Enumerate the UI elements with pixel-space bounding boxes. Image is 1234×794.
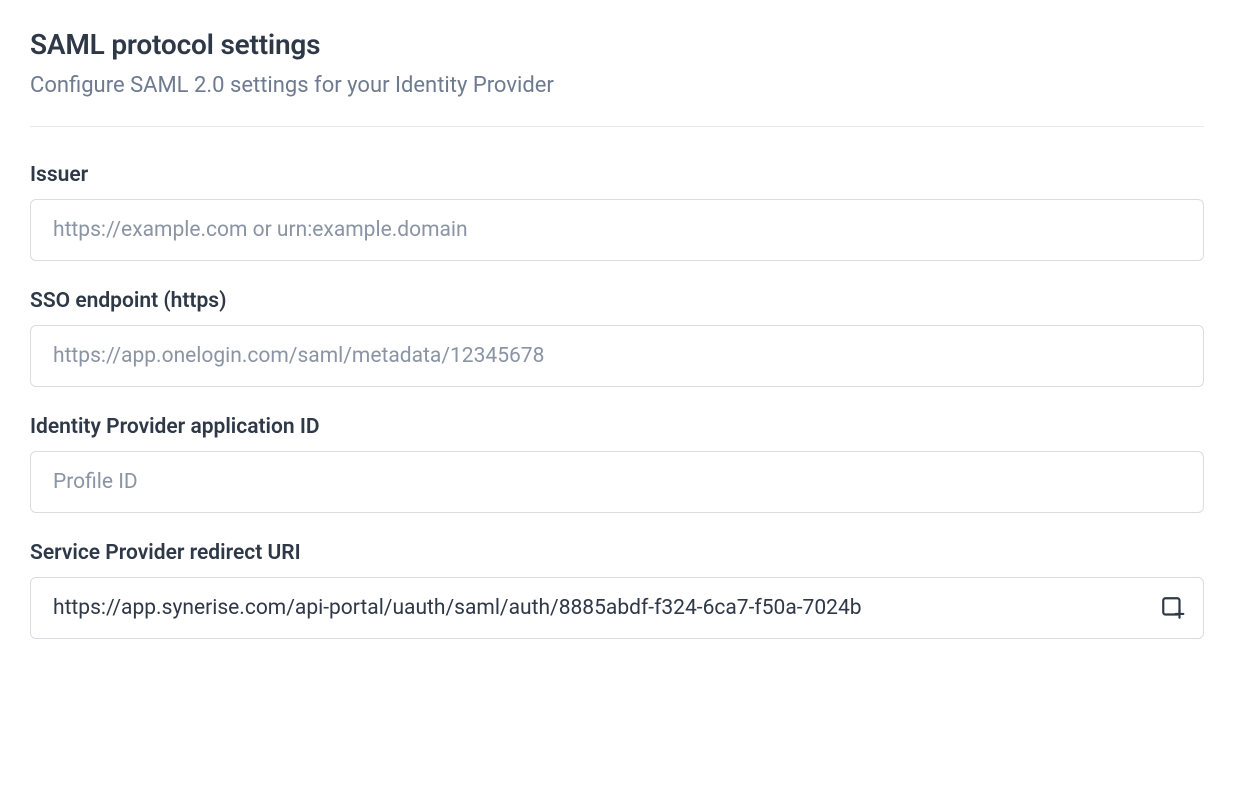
sso-endpoint-label: SSO endpoint (https) [30, 289, 1204, 313]
copy-icon [1160, 595, 1186, 621]
idp-app-id-label: Identity Provider application ID [30, 415, 1204, 439]
copy-button[interactable] [1156, 591, 1190, 625]
section-title: SAML protocol settings [30, 28, 1204, 61]
idp-app-id-input[interactable] [30, 451, 1204, 513]
issuer-input[interactable] [30, 199, 1204, 261]
issuer-field-group: Issuer [30, 163, 1204, 261]
section-subtitle: Configure SAML 2.0 settings for your Ide… [30, 73, 1204, 98]
sso-endpoint-input[interactable] [30, 325, 1204, 387]
idp-app-id-field-group: Identity Provider application ID [30, 415, 1204, 513]
sp-redirect-uri-input-wrapper [30, 577, 1204, 639]
sp-redirect-uri-field-group: Service Provider redirect URI [30, 541, 1204, 639]
sso-endpoint-field-group: SSO endpoint (https) [30, 289, 1204, 387]
sp-redirect-uri-input[interactable] [30, 577, 1204, 639]
section-divider [30, 126, 1204, 127]
sp-redirect-uri-label: Service Provider redirect URI [30, 541, 1204, 565]
issuer-label: Issuer [30, 163, 1204, 187]
